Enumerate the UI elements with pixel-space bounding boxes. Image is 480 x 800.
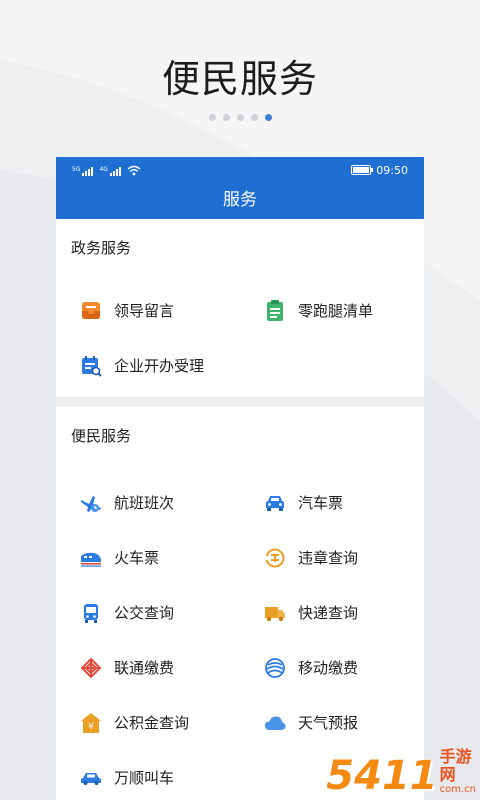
mobile-icon <box>264 657 286 679</box>
taxi-icon <box>80 767 102 789</box>
service-flights[interactable]: 航班班次 <box>56 475 240 530</box>
signal-icon: 4G <box>99 165 121 176</box>
checklist-icon <box>264 299 286 322</box>
service-leader-message[interactable]: 领导留言 <box>56 283 240 338</box>
section-title: 政务服务 <box>71 239 132 257</box>
airplane-icon <box>80 492 102 514</box>
service-label: 公积金查询 <box>114 714 190 732</box>
page-dot[interactable] <box>250 114 258 121</box>
train-icon <box>80 547 102 569</box>
signal-icon: 5G <box>72 165 94 176</box>
truck-icon <box>264 602 286 624</box>
service-label: 快递查询 <box>298 604 359 622</box>
battery-icon <box>351 165 374 175</box>
service-label: 零跑腿清单 <box>298 302 374 320</box>
status-bar: 5G 4G 09:50 <box>72 163 408 177</box>
hero-title: 便民服务 <box>161 57 318 101</box>
service-label: 火车票 <box>114 549 160 567</box>
service-label: 航班班次 <box>114 494 175 512</box>
service-label: 移动缴费 <box>298 659 359 677</box>
calendar-search-icon <box>80 355 102 377</box>
service-traffic-violation[interactable]: 违章查询 <box>240 530 424 585</box>
section-title: 便民服务 <box>71 427 132 445</box>
service-zero-errand-list[interactable]: 零跑腿清单 <box>240 283 424 338</box>
service-train-ticket[interactable]: 火车票 <box>56 530 240 585</box>
page-dot-active[interactable] <box>264 114 272 121</box>
bus-icon <box>80 602 102 624</box>
service-label: 汽车票 <box>298 494 344 512</box>
page-dot[interactable] <box>208 114 216 121</box>
page-dot[interactable] <box>222 114 230 121</box>
gov-services-section: 政务服务 领导留言 零跑腿清单 企业开办受理 <box>56 219 424 397</box>
wifi-icon <box>127 165 141 175</box>
service-label: 公交查询 <box>114 604 175 622</box>
service-unicom-payment[interactable]: 联通缴费 <box>56 640 240 695</box>
cloud-icon <box>264 712 286 734</box>
service-mobile-payment[interactable]: 移动缴费 <box>240 640 424 695</box>
status-time: 09:50 <box>376 163 408 177</box>
service-label: 万顺叫车 <box>114 769 175 787</box>
message-box-icon <box>80 300 102 322</box>
network-type-2: 4G <box>99 165 108 173</box>
app-bar-title: 服务 <box>223 190 257 210</box>
service-label: 联通缴费 <box>114 659 175 677</box>
svg-text:¥: ¥ <box>88 722 94 732</box>
unicom-icon <box>80 657 102 679</box>
service-label: 企业开办受理 <box>114 357 205 375</box>
house-fund-icon: ¥ <box>80 712 102 734</box>
app-bar: 5G 4G 09:50 服务 <box>56 157 424 219</box>
service-housing-fund[interactable]: ¥ 公积金查询 <box>56 695 240 750</box>
phone-screen: 5G 4G 09:50 服务 政务服务 领导留言 零跑腿清单 企业开办受理 便民… <box>56 157 424 800</box>
violation-icon <box>264 547 286 569</box>
service-business-registration[interactable]: 企业开办受理 <box>56 338 240 393</box>
service-label: 领导留言 <box>114 302 175 320</box>
service-bus-ticket[interactable]: 汽车票 <box>240 475 424 530</box>
service-wanshun-taxi[interactable]: 万顺叫车 <box>56 750 240 800</box>
signal-indicators: 5G 4G <box>72 165 141 176</box>
service-label: 违章查询 <box>298 549 359 567</box>
page-indicator[interactable] <box>0 114 480 121</box>
watermark-number: 5411 <box>326 753 438 799</box>
network-type-1: 5G <box>72 165 81 173</box>
car-icon <box>264 492 286 514</box>
service-label: 天气预报 <box>298 714 359 732</box>
page-dot[interactable] <box>236 114 244 121</box>
watermark-url: com.cn <box>439 784 476 795</box>
service-bus-query[interactable]: 公交查询 <box>56 585 240 640</box>
site-watermark: 5411 手游网 com.cn <box>326 740 480 800</box>
service-express-query[interactable]: 快递查询 <box>240 585 424 640</box>
watermark-text: 手游网 <box>439 747 472 784</box>
